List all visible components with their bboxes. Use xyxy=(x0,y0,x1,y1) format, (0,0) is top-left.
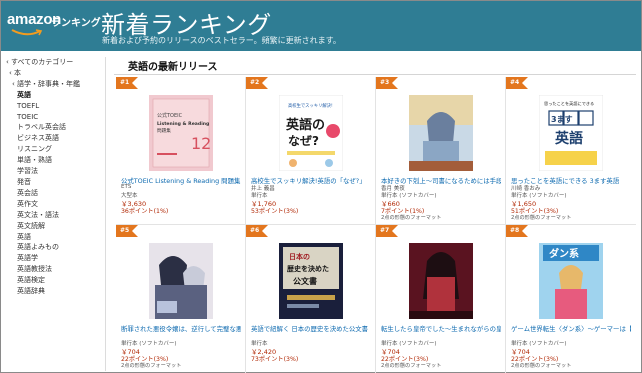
svg-text:12: 12 xyxy=(191,134,211,153)
product-card: #1 公式TOEIC Listening & Reading 問題集 12 公式… xyxy=(116,77,246,225)
svg-text:Listening & Reading: Listening & Reading xyxy=(157,121,209,127)
product-points: 36ポイント(1%) xyxy=(121,208,169,215)
product-title-link[interactable]: 転生したら皇帝でした～生まれながらの皇帝... xyxy=(381,324,501,333)
product-card: #7 転生したら皇帝でした～生まれながらの皇帝... 単行本 (ソフトカバー) … xyxy=(376,225,506,373)
book-cover-image[interactable]: 日本の 歴史を決めた 公文書 xyxy=(279,243,343,319)
svg-text:3ます: 3ます xyxy=(551,115,573,124)
rank-badge: #7 xyxy=(376,225,399,237)
sidebar-category-item[interactable]: 英語教授法 xyxy=(6,264,98,275)
book-cover-image[interactable]: 思ったことを英語にできる 3ます 英語 xyxy=(539,95,603,171)
sidebar-category-item[interactable]: 英語検定 xyxy=(6,275,98,286)
svg-text:公式TOEIC: 公式TOEIC xyxy=(157,112,183,119)
sidebar-category-item[interactable]: 単語・熟語 xyxy=(6,155,98,166)
product-card: #3 本好きの下剋上～司書になるためには手段を... 香月 美夜 単行本 (ソフ… xyxy=(376,77,506,225)
sidebar-category-item[interactable]: リスニング xyxy=(6,144,98,155)
product-card: #2 高校生でスッキリ解決! 英語の なぜ? 高校生でスッキリ解決!英語の「なぜ… xyxy=(246,77,376,225)
why-english-cover-art: 高校生でスッキリ解決! 英語の なぜ? xyxy=(279,95,343,171)
book-cover-image[interactable]: 公式TOEIC Listening & Reading 問題集 12 xyxy=(149,95,213,171)
product-format-count[interactable]: 2点の形態のフォーマット xyxy=(511,214,571,221)
smile-arrow-icon xyxy=(11,29,43,36)
product-title-link[interactable]: 公式TOEIC Listening & Reading 問題集 12 xyxy=(121,176,241,185)
sidebar-category-item[interactable]: TOEFL xyxy=(6,101,98,112)
product-points: 53ポイント(3%) xyxy=(251,208,299,215)
product-format-count[interactable]: 2点の形態のフォーマット xyxy=(381,214,441,221)
amazon-ranking-logo[interactable]: amazon ランキング xyxy=(7,9,101,43)
product-card: #6 日本の 歴史を決めた 公文書 英語で紐解く 日本の歴史を決めた公文書 単行… xyxy=(246,225,376,373)
sidebar-category-item[interactable]: 英文法・語法 xyxy=(6,210,98,221)
product-grid: #1 公式TOEIC Listening & Reading 問題集 12 公式… xyxy=(116,77,636,373)
sidebar-category-item[interactable]: 英語辞典 xyxy=(6,286,98,297)
svg-text:思ったことを英語にできる: 思ったことを英語にできる xyxy=(544,100,594,107)
product-title-link[interactable]: 断罪された悪役令嬢は、逆行して完璧な悪女... xyxy=(121,324,241,333)
rank-badge: #2 xyxy=(246,77,269,89)
manga-cover-art xyxy=(409,95,473,171)
svg-text:高校生でスッキリ解決!: 高校生でスッキリ解決! xyxy=(288,102,333,109)
sidebar-category-item[interactable]: 英語 xyxy=(6,232,98,243)
product-card: #4 思ったことを英語にできる 3ます 英語 思ったことを英語にできる 3ます英… xyxy=(506,77,636,225)
sidebar-category-item[interactable]: ‹ 語学・辞事典・年鑑 xyxy=(6,79,98,90)
rank-badge: #5 xyxy=(116,225,139,237)
header-bar: amazon ランキング 新着ランキング 新着および予約のリリースのベストセラー… xyxy=(1,1,641,51)
product-format-count[interactable]: 2点の形態のフォーマット xyxy=(381,362,441,369)
rank-badge: #3 xyxy=(376,77,399,89)
svg-text:日本の: 日本の xyxy=(289,252,310,261)
rank-badge: #4 xyxy=(506,77,529,89)
svg-text:英語の: 英語の xyxy=(285,117,325,133)
three-box-english-cover-art: 思ったことを英語にできる 3ます 英語 xyxy=(539,95,603,171)
sidebar-category-item[interactable]: 英語よみもの xyxy=(6,242,98,253)
rank-badge: #8 xyxy=(506,225,529,237)
dungeon-manga-cover-art: ダン系 xyxy=(539,243,603,319)
product-format-count[interactable]: 2点の形態のフォーマット xyxy=(121,362,181,369)
product-points: 73ポイント(3%) xyxy=(251,356,299,363)
sidebar-category-item[interactable]: 発音 xyxy=(6,177,98,188)
product-card: #8 ダン系 ゲーム世界転生〈ダン系〉～ゲーマーは【ゲ... 単行本 (ソフトカ… xyxy=(506,225,636,373)
rank-badge: #6 xyxy=(246,225,269,237)
section-divider xyxy=(114,74,636,75)
book-cover-image[interactable] xyxy=(149,243,213,319)
sidebar-category-item[interactable]: TOEIC xyxy=(6,112,98,123)
sidebar-category-item[interactable]: 英作文 xyxy=(6,199,98,210)
product-author: ETS xyxy=(121,184,132,190)
sidebar-category-item[interactable]: 英文読解 xyxy=(6,221,98,232)
sidebar-category-item[interactable]: トラベル英会話 xyxy=(6,122,98,133)
book-cover-image[interactable]: 高校生でスッキリ解決! 英語の なぜ? xyxy=(279,95,343,171)
svg-text:公文書: 公文書 xyxy=(293,276,317,286)
rank-badge: #1 xyxy=(116,77,139,89)
book-cover-image[interactable]: ダン系 xyxy=(539,243,603,319)
product-title-link[interactable]: 英語で紐解く 日本の歴史を決めた公文書 xyxy=(251,324,371,333)
toeic-cover-art: 公式TOEIC Listening & Reading 問題集 12 xyxy=(149,95,213,171)
villainess-manga-cover-art xyxy=(149,243,213,319)
sidebar-category-item[interactable]: 英会話 xyxy=(6,188,98,199)
official-documents-cover-art: 日本の 歴史を決めた 公文書 xyxy=(279,243,343,319)
svg-text:問題集: 問題集 xyxy=(157,127,171,134)
sidebar-category-item[interactable]: 英語学 xyxy=(6,253,98,264)
svg-text:英語: 英語 xyxy=(554,130,583,147)
book-cover-image[interactable] xyxy=(409,243,473,319)
svg-text:なぜ?: なぜ? xyxy=(288,134,319,148)
product-format-count[interactable]: 2点の形態のフォーマット xyxy=(511,362,571,369)
page-subtitle: 新着および予約のリリースのベストセラー。頻繁に更新されます。 xyxy=(102,36,341,45)
emperor-manga-cover-art xyxy=(409,243,473,319)
product-title-link[interactable]: ゲーム世界転生〈ダン系〉～ゲーマーは【ゲ... xyxy=(511,324,631,333)
sidebar-category-item: 英語 xyxy=(17,90,31,99)
sidebar-category-item[interactable]: 学習法 xyxy=(6,166,98,177)
svg-text:歴史を決めた: 歴史を決めた xyxy=(287,264,329,273)
logo-ranking-label: ランキング xyxy=(51,18,101,29)
svg-text:ダン系: ダン系 xyxy=(549,247,579,260)
section-title: 英語の最新リリース xyxy=(128,62,218,73)
sidebar-divider xyxy=(105,57,106,371)
category-sidebar: ‹ すべてのカテゴリー ‹ 本 ‹ 語学・辞事典・年鑑 英語 TOEFL TOEIC トラベ… xyxy=(6,57,98,297)
product-card: #5 断罪された悪役令嬢は、逆行して完璧な悪女... 単行本 (ソフトカバー) … xyxy=(116,225,246,373)
sidebar-category-item[interactable]: ‹ すべてのカテゴリー xyxy=(6,57,98,68)
sidebar-category-item[interactable]: ‹ 本 xyxy=(6,68,98,79)
book-cover-image[interactable] xyxy=(409,95,473,171)
sidebar-category-item[interactable]: ビジネス英語 xyxy=(6,133,98,144)
